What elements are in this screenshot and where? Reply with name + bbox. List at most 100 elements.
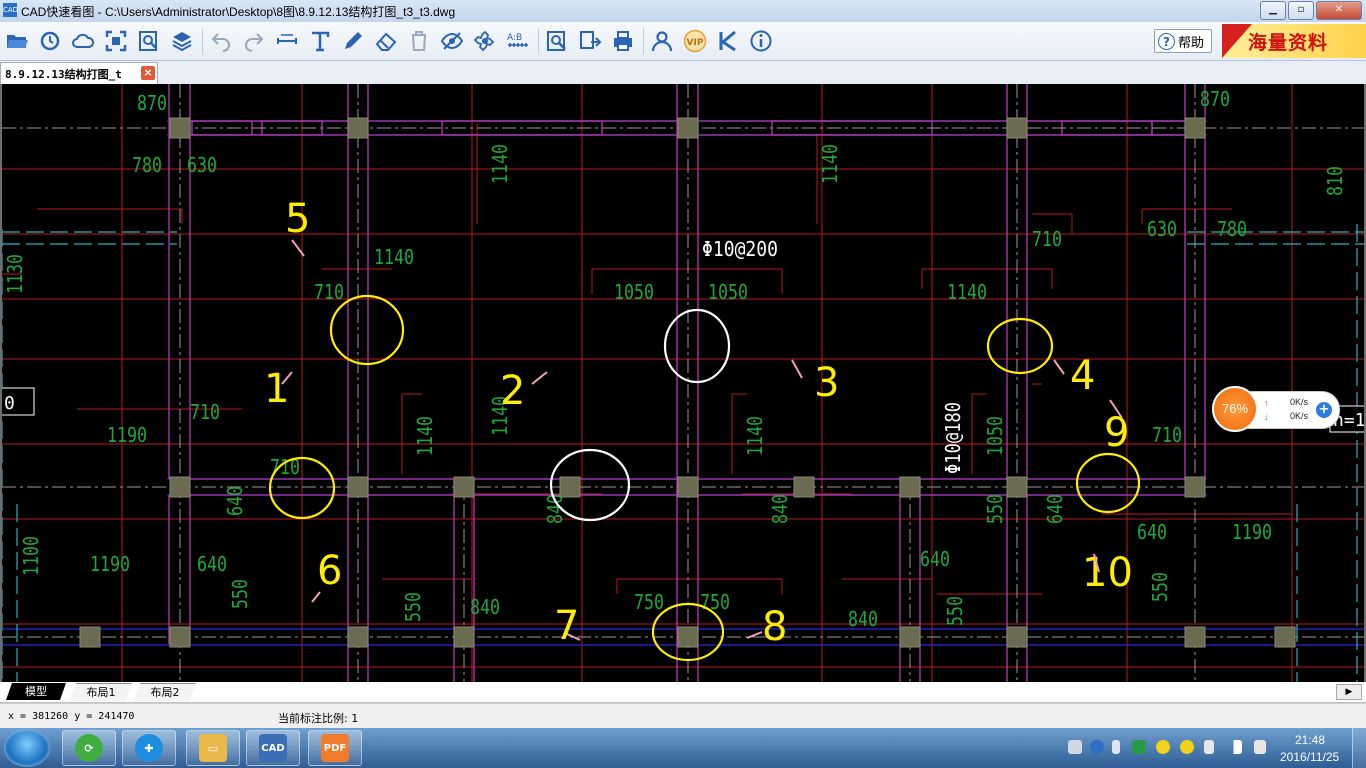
device-tray-icon[interactable] (1204, 740, 1214, 754)
dimension-label: 550 (401, 592, 425, 622)
export-icon[interactable] (577, 28, 603, 54)
svg-text:A:B: A:B (507, 33, 522, 43)
column-18 (677, 626, 699, 648)
text-icon[interactable] (307, 28, 333, 54)
dimension-label: 750 (700, 590, 730, 614)
layout-tab-2[interactable]: 布局2 (134, 683, 196, 701)
print-icon[interactable] (610, 28, 636, 54)
title-bar: CAD CAD快速看图 - C:\Users\Administrator\Des… (0, 0, 1366, 23)
info-icon[interactable] (748, 28, 774, 54)
find-text-icon[interactable] (544, 28, 570, 54)
upload-arrow-icon: ↑ (1264, 398, 1269, 408)
show-desktop-button[interactable] (1352, 728, 1366, 768)
column-12 (1006, 476, 1028, 498)
open-folder-icon[interactable] (4, 28, 30, 54)
settings-icon[interactable] (472, 28, 498, 54)
cloud-icon[interactable] (70, 28, 96, 54)
history-icon[interactable] (37, 28, 63, 54)
pen-icon[interactable] (340, 28, 366, 54)
help-tray-icon[interactable] (1090, 740, 1104, 754)
dimension-label: 810 (1323, 166, 1347, 196)
scale-icon[interactable]: A:B (505, 28, 531, 54)
speed-plus-button[interactable]: + (1316, 402, 1332, 418)
marker-circle-2 (986, 317, 1054, 375)
taskbar-app-plus[interactable]: ✚ (122, 730, 176, 766)
plus-tray-icon[interactable] (1156, 740, 1170, 754)
column-13 (1184, 476, 1206, 498)
k-icon[interactable] (715, 28, 741, 54)
undo-icon[interactable] (208, 28, 234, 54)
annotation-number-8: 8 (762, 604, 787, 650)
close-button[interactable]: ✕ (1316, 1, 1362, 20)
marker-circle-1 (663, 308, 731, 384)
download-speed: 0K/s (1290, 411, 1309, 421)
column-21 (1184, 626, 1206, 648)
user-icon[interactable] (649, 28, 675, 54)
keyboard-tray-icon[interactable] (1068, 740, 1082, 754)
dimension-label: 1100 (19, 536, 43, 576)
minimize-button[interactable]: ▁ (1260, 1, 1286, 20)
taskbar-app-pdf[interactable]: PDF (308, 730, 362, 766)
dimension-label: 640 (197, 552, 227, 576)
dimension-label: 1050 (708, 280, 748, 304)
dimension-label: 550 (228, 579, 252, 609)
clock-time[interactable]: 21:48 (1295, 733, 1325, 747)
dimension-label: 710 (314, 280, 344, 304)
document-tab-close-icon[interactable]: × (141, 66, 155, 80)
folder-app-icon: ▭ (199, 734, 227, 762)
column-8 (559, 476, 581, 498)
speed-percent[interactable]: 76% (1212, 386, 1258, 432)
layers-icon[interactable] (169, 28, 195, 54)
arrow-tray-icon[interactable] (1112, 740, 1120, 754)
svg-text:VIP: VIP (687, 38, 704, 48)
dimension-label: 840 (768, 494, 792, 524)
annotation-number-4: 4 (1070, 353, 1095, 399)
drawing-canvas[interactable]: 870 780 630 1140 1140 1140 630 780 810 870 710 1140… (0, 84, 1366, 682)
column-19 (899, 626, 921, 648)
help-button[interactable]: ? 帮助 (1154, 29, 1212, 53)
plus-tray-icon-2[interactable] (1180, 740, 1194, 754)
help-icon: ? (1158, 32, 1175, 50)
layout-tab-model[interactable]: 模型 (6, 683, 66, 700)
annotation-number-10: 10 (1082, 550, 1133, 596)
shield-tray-icon[interactable] (1132, 740, 1146, 754)
document-tab-label: 8.9.12.13结构打图_t (5, 68, 122, 81)
fit-screen-icon[interactable] (103, 28, 129, 54)
dimension-label: 1190 (107, 423, 147, 447)
dimension-label: 750 (634, 590, 664, 614)
annotation-scale: 当前标注比例: 1 (278, 712, 359, 725)
zoom-window-icon[interactable] (136, 28, 162, 54)
delete-icon[interactable] (406, 28, 432, 54)
vip-icon[interactable]: VIP (682, 28, 708, 54)
minimize-icon: ▁ (1269, 4, 1277, 15)
column-3 (1006, 117, 1028, 139)
dimension-label: 710 (1032, 227, 1062, 251)
document-tab[interactable]: 8.9.12.13结构打图_t × (0, 62, 158, 84)
taskbar-app-folder[interactable]: ▭ (186, 730, 240, 766)
dimension-label: 1050 (614, 280, 654, 304)
network-tray-icon[interactable] (1228, 740, 1242, 754)
network-speed-widget[interactable]: 76% ↑ ↓ 0K/s 0K/s + (1212, 386, 1340, 432)
scroll-right-icon[interactable]: ▶ (1336, 684, 1362, 700)
volume-tray-icon[interactable] (1254, 740, 1266, 754)
dimension-label: 710 (190, 400, 220, 424)
layout-tab-bar: 模型 布局1 布局2 ▶ (0, 682, 1366, 703)
dimension-label: 1140 (818, 144, 842, 184)
eraser-icon[interactable] (373, 28, 399, 54)
hide-icon[interactable] (439, 28, 465, 54)
rebar-label: Φ10@180 (941, 402, 965, 474)
start-button[interactable] (4, 729, 50, 767)
taskbar-app-cad[interactable]: CAD (246, 730, 300, 766)
dimension-label: 1050 (983, 416, 1007, 456)
main-toolbar: A:B VIP ? 帮助 海量资料 (0, 22, 1366, 61)
clock-date[interactable]: 2016/11/25 (1280, 750, 1339, 764)
layout-tab-1[interactable]: 布局1 (70, 683, 132, 701)
column-6 (347, 476, 369, 498)
download-arrow-icon: ↓ (1264, 412, 1269, 422)
dimension-label: 710 (1152, 423, 1182, 447)
redo-icon[interactable] (241, 28, 267, 54)
measure-icon[interactable] (274, 28, 300, 54)
ad-banner[interactable]: 海量资料 (1222, 24, 1366, 58)
maximize-button[interactable]: ▫ (1288, 1, 1314, 20)
taskbar-app-sync[interactable]: ⟳ (62, 730, 116, 766)
